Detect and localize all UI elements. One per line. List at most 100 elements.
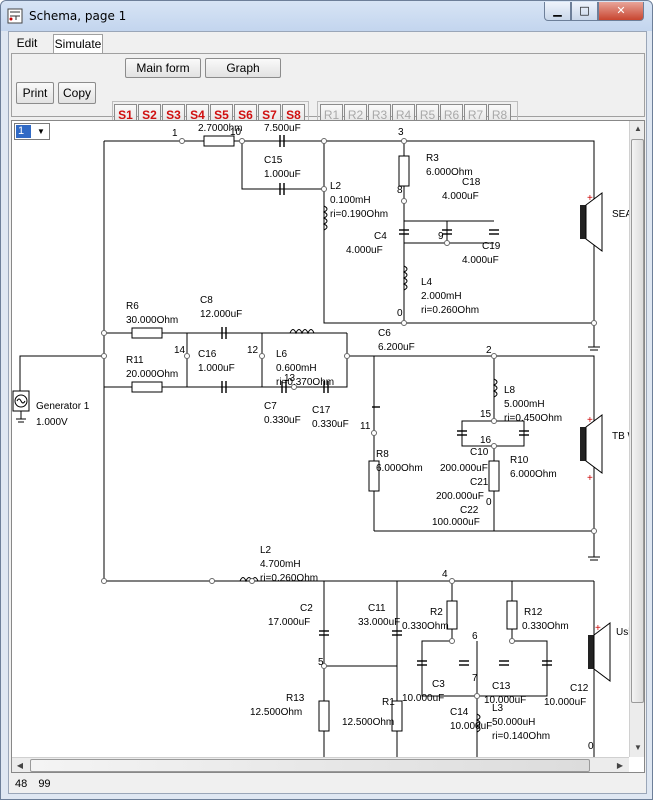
schematic-label: C8 [200,295,213,306]
scroll-down-icon[interactable]: ▼ [630,740,644,756]
schematic-label: R12 [524,607,543,618]
schematic-label: 7.500uF [264,123,301,134]
schematic-label: C14 [450,707,469,718]
schematic-label: R11 [126,355,144,366]
schematic-label: 7 [472,673,478,684]
schematic-label: L2 [330,181,342,192]
schematic-label: R6 [126,301,139,312]
schematic-label: 14 [174,345,186,356]
graph-button[interactable]: Graph [205,58,281,78]
vertical-scroll-thumb[interactable] [631,139,644,703]
schematic-label: C16 [198,349,217,360]
schematic-label: 0.330Ohm [402,621,449,632]
scroll-up-icon[interactable]: ▲ [630,121,644,137]
schematic-label: 11 [360,421,371,432]
schematic-label: Ush [616,627,629,638]
speaker-seas-icon: + [580,192,603,252]
schematic-label: 0 [588,741,594,752]
tab-edit[interactable]: Edit [11,34,43,54]
schematic-label: 4.700mH [260,559,301,570]
schematic-label: 10.000uF [450,721,492,732]
schematic-label: 100.000uF [432,517,480,528]
minimize-button[interactable]: ▁ [544,2,571,21]
schematic-label: C18 [462,177,481,188]
status-x: 48 [15,778,28,790]
maximize-button[interactable]: □ [571,2,598,21]
schematic-label: L3 [492,703,504,714]
speaker-ush-icon: + [588,622,611,682]
schematic-label: L4 [421,277,433,288]
schematic-label: R8 [376,449,389,460]
schematic-label: R2 [430,607,443,618]
schematic-label: C22 [460,505,479,516]
status-bar: 48 99 [11,775,645,793]
tab-simulate[interactable]: Simulate [53,34,103,54]
schematic-label: 0 [397,308,403,319]
schematic-label: L6 [276,349,288,360]
status-y: 99 [38,778,51,790]
app-schema-icon [7,8,23,24]
schematic-label: SEAS [612,209,629,220]
svg-text:+: + [595,623,601,634]
schematic-label: 5 [318,657,324,668]
schematic-label: ri=0.450Ohm [504,413,562,424]
schematic-label: C6 [378,328,391,339]
horizontal-scrollbar[interactable]: ◀ ▶ [12,757,629,772]
app-window: Schema, page 1 ▁ □ ✕ Edit Simulate Main … [0,0,653,800]
schematic-label: C2 [300,603,313,614]
schematic-label: R10 [510,455,529,466]
title-bar[interactable]: Schema, page 1 ▁ □ ✕ [1,1,652,31]
schematic-label: C13 [492,681,511,692]
schematic-label: 13 [284,373,296,384]
speaker-tbw-icon: + + [580,414,603,484]
horizontal-scroll-thumb[interactable] [30,759,590,772]
schematic-label: 2.000mH [421,291,462,302]
schematic-label: C3 [432,679,445,690]
schematic-label: 0.330uF [312,419,349,430]
schematic-label: 2 [486,345,492,356]
component-labels: 1 2.7000hm10 7.500uF 3C151.000uFR36.000OhmL… [36,123,629,752]
schematic-label: 20.000Ohm [126,369,178,380]
print-button[interactable]: Print [16,82,54,104]
schematic-label: 30.000Ohm [126,315,178,326]
schematic-label: Generator 1 [36,401,90,412]
scroll-right-icon[interactable]: ▶ [612,758,628,772]
schematic-label: 50.000uH [492,717,535,728]
scroll-left-icon[interactable]: ◀ [12,758,28,772]
schematic-canvas[interactable]: 1 ▼ + + + + 1 2.7000hm 10 7.500uF 3 C15 … [11,120,645,773]
schematic-label: ri=0.190Ohm [330,209,388,220]
schematic-label: L8 [504,385,516,396]
generator-icon [12,390,30,423]
schematic-label: R13 [286,693,305,704]
maximize-icon: □ [579,4,590,17]
copy-button[interactable]: Copy [58,82,96,104]
close-button[interactable]: ✕ [598,2,644,21]
schematic-label: 200.000uF [440,463,488,474]
schematic-label: 33.000uF [358,617,400,628]
schematic-label: L2 [260,545,272,556]
schematic-label: 4.000uF [442,191,479,202]
schematic-label: C21 [470,477,489,488]
schematic-drawing[interactable]: + + + + 1 2.7000hm10 7.500uF 3C151.000uF… [12,121,629,757]
schematic-label: 10 [230,127,242,138]
schematic-label: 12.500Ohm [342,717,394,728]
schematic-label: 12.500Ohm [250,707,302,718]
main-form-button[interactable]: Main form [125,58,201,78]
schematic-label: 0 [486,497,492,508]
vertical-scrollbar[interactable]: ▲ ▼ [629,121,644,757]
schematic-label: 4.000uF [462,255,499,266]
schematic-label: C15 [264,155,283,166]
schematic-label: 0.600mH [276,363,317,374]
schematic-label: 12.000uF [200,309,242,320]
window-title: Schema, page 1 [29,9,127,23]
schematic-label: R3 [426,153,439,164]
schematic-label: C10 [470,447,489,458]
schematic-label: 17.000uF [268,617,310,628]
schematic-label: C17 [312,405,331,416]
schematic-label: 0.330uF [264,415,301,426]
svg-text:+: + [587,193,593,204]
schematic-label: 10.000uF [484,695,526,706]
schematic-label: 4 [442,569,448,580]
schematic-label: 15 [480,409,492,420]
schematic-label: C19 [482,241,501,252]
